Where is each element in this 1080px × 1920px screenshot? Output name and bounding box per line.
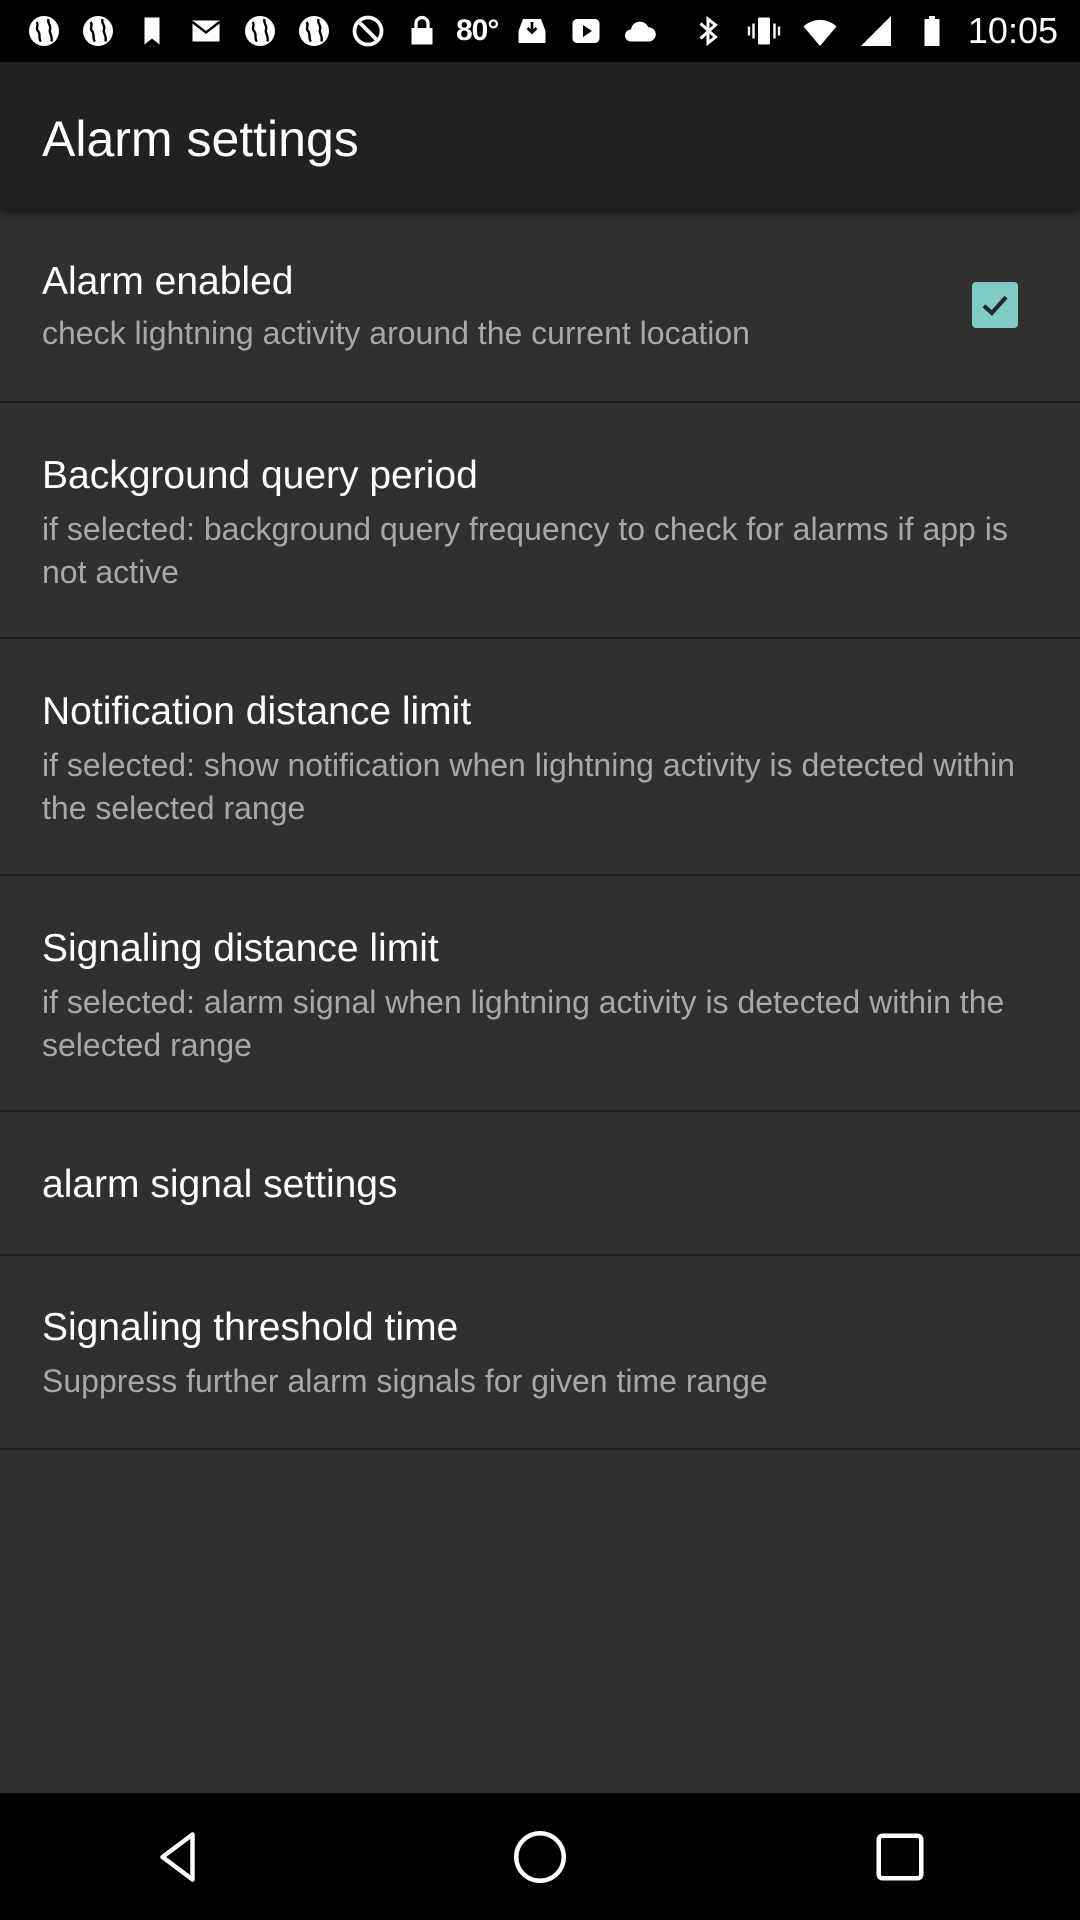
back-icon [160,1831,195,1882]
check-icon [982,295,1008,316]
signal-icon [856,11,896,51]
wifi-icon [800,11,840,51]
setting-summary: check lightning activity around the curr… [42,315,750,351]
setting-summary: if selected: alarm signal when lightning… [42,984,1005,1063]
page-title: Alarm settings [42,111,359,167]
mail-icon [186,11,226,51]
setting-title: alarm signal settings [42,1163,398,1206]
setting-notification-distance-limit[interactable]: Notification distance limit if selected:… [0,639,1080,876]
battery-icon [912,11,952,51]
navigation-bar [0,1793,1080,1920]
globe-icon [240,11,280,51]
status-notifications: 80° [24,11,688,51]
app-bar: Alarm settings [0,62,1080,210]
globe-icon [24,11,64,51]
home-icon [514,1830,566,1883]
back-button[interactable] [120,1802,240,1912]
bookmark-icon [132,11,172,51]
video-icon [566,11,606,51]
globe-icon [294,11,334,51]
setting-signaling-distance-limit[interactable]: Signaling distance limit if selected: al… [0,876,1080,1112]
temperature-text: 80° [456,14,499,47]
setting-summary: if selected: background query frequency … [42,511,1008,590]
inbox-download-icon [512,11,552,51]
setting-summary: Suppress further alarm signals for given… [42,1363,768,1399]
setting-alarm-enabled[interactable]: Alarm enabled check lightning activity a… [0,210,1080,403]
clock-text: 10:05 [967,10,1058,51]
home-button[interactable] [480,1802,600,1912]
settings-list: Alarm enabled check lightning activity a… [0,210,1080,1450]
setting-background-query-period[interactable]: Background query period if selected: bac… [0,403,1080,639]
lock-icon [402,11,442,51]
setting-title: Alarm enabled [42,260,294,303]
setting-title: Background query period [42,454,478,497]
vibrate-icon [744,11,784,51]
globe-icon [78,11,118,51]
setting-alarm-signal-settings[interactable]: alarm signal settings [0,1112,1080,1256]
status-system: 10:05 [688,10,1058,52]
blocked-icon [348,11,388,51]
setting-signaling-threshold-time[interactable]: Signaling threshold time Suppress furthe… [0,1256,1080,1450]
recents-button[interactable] [840,1802,960,1912]
cloud-icon [620,11,660,51]
bluetooth-icon [688,11,728,51]
recents-icon [876,1833,924,1880]
alarm-enabled-checkbox[interactable] [972,282,1018,328]
setting-title: Notification distance limit [42,690,472,733]
setting-title: Signaling threshold time [42,1306,459,1349]
setting-summary: if selected: show notification when ligh… [42,747,1015,826]
setting-title: Signaling distance limit [42,927,439,970]
status-bar: 80° 10:05 [0,0,1080,62]
